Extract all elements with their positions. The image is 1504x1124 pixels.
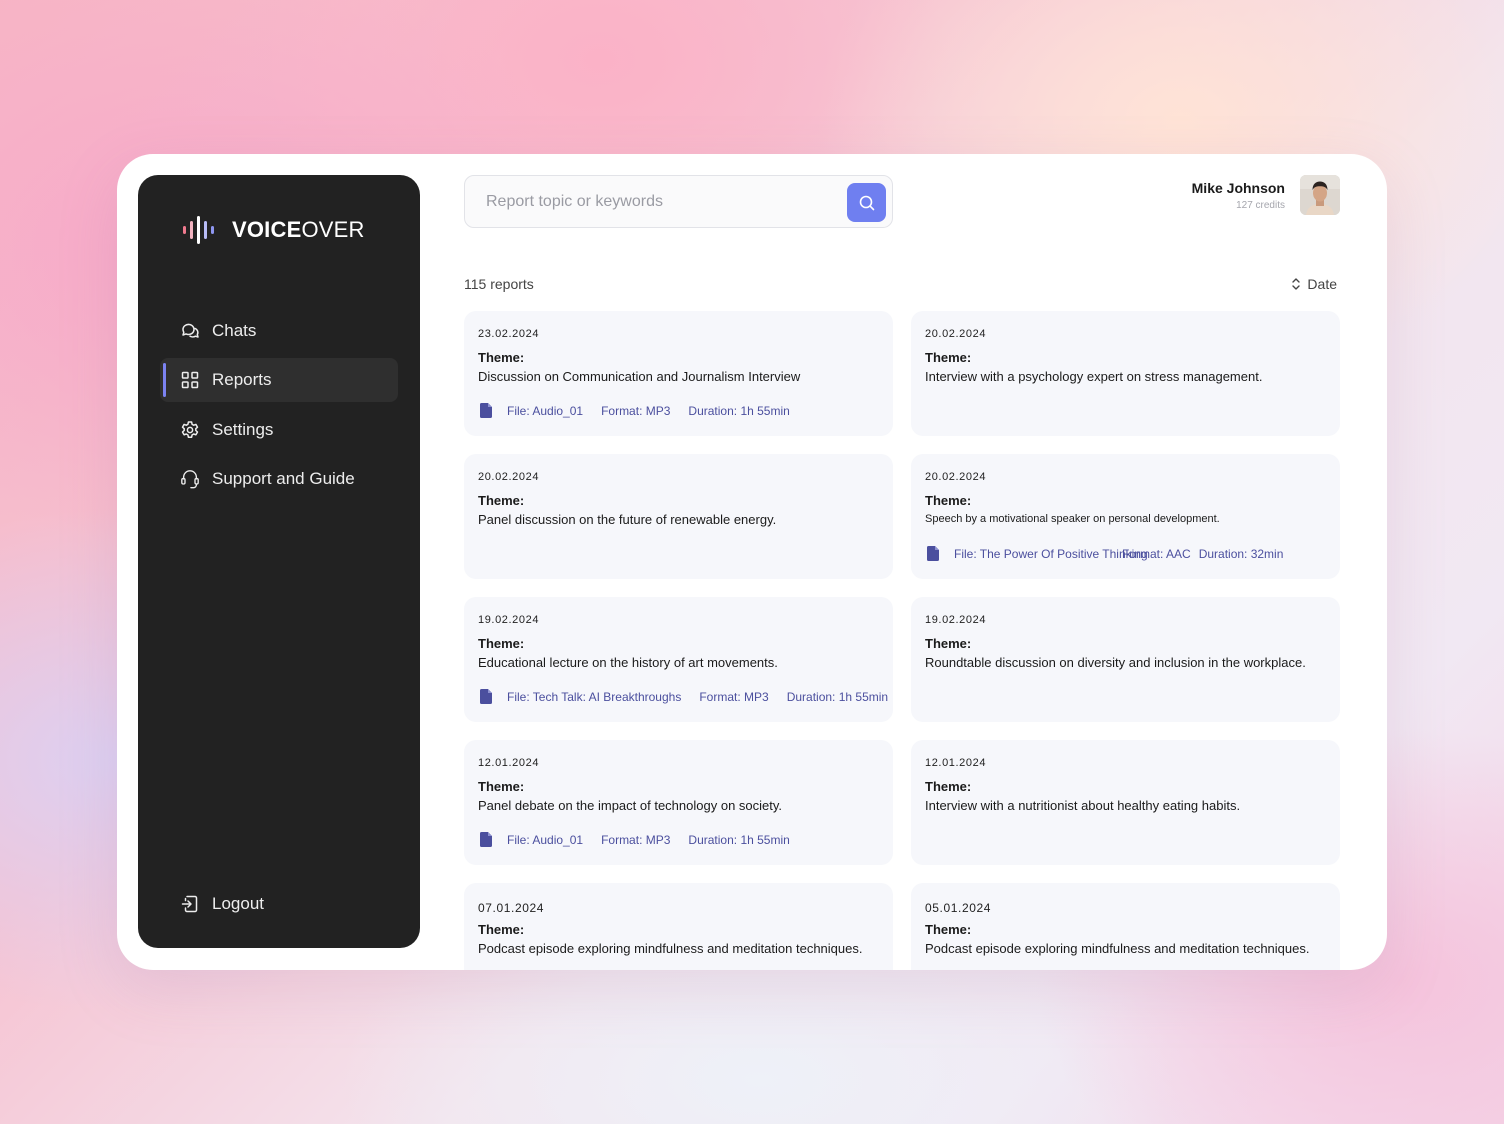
headset-icon xyxy=(180,469,200,489)
theme-label: Theme: xyxy=(478,779,525,794)
report-meta: File: The Power Of Positive Thinking For… xyxy=(927,546,1283,561)
report-card[interactable]: 12.01.2024 Theme: Interview with a nutri… xyxy=(911,740,1340,865)
sidebar-item-settings[interactable]: Settings xyxy=(160,408,398,452)
report-duration: Duration: 1h 55min xyxy=(786,689,889,704)
user-credits: 127 credits xyxy=(1236,199,1285,211)
report-file[interactable]: File: Audio_01 xyxy=(507,833,583,847)
report-count: 115 reports xyxy=(464,276,534,292)
report-card[interactable]: 20.02.2024 Theme: Interview with a psych… xyxy=(911,311,1340,436)
file-icon xyxy=(480,689,492,704)
report-card[interactable]: 20.02.2024 Theme: Speech by a motivation… xyxy=(911,454,1340,579)
report-file[interactable]: File: Tech Talk: AI Breakthroughs xyxy=(507,690,681,704)
report-theme: Podcast episode exploring mindfulness an… xyxy=(925,941,1310,956)
report-date: 12.01.2024 xyxy=(925,757,987,769)
search-bar xyxy=(464,175,893,228)
user-profile[interactable]: Mike Johnson 127 credits xyxy=(1192,175,1340,215)
chat-bubbles-icon xyxy=(180,321,200,341)
soundwave-icon xyxy=(183,216,214,244)
report-date: 05.01.2024 xyxy=(925,901,992,915)
sidebar-item-label: Chats xyxy=(212,321,257,340)
theme-label: Theme: xyxy=(478,922,525,937)
grid-icon xyxy=(180,370,200,390)
file-icon xyxy=(480,832,492,847)
logout-label: Logout xyxy=(212,894,264,913)
logout-button[interactable]: Logout xyxy=(160,882,398,926)
report-format: Format: MP3 xyxy=(699,689,769,704)
report-duration: Duration: 1h 55min xyxy=(688,832,790,847)
report-format: Format: AAC xyxy=(1122,546,1191,561)
report-card[interactable]: 23.02.2024 Theme: Discussion on Communic… xyxy=(464,311,893,436)
report-date: 20.02.2024 xyxy=(478,471,540,483)
report-theme: Panel debate on the impact of technology… xyxy=(478,798,783,813)
brand-name: VOICEOVER xyxy=(232,217,365,242)
report-card[interactable]: 19.02.2024 Theme: Educational lecture on… xyxy=(464,597,893,722)
theme-label: Theme: xyxy=(925,779,972,794)
search-button[interactable] xyxy=(847,183,886,222)
sidebar-item-label: Support and Guide xyxy=(212,469,355,488)
sidebar-item-label: Reports xyxy=(212,370,272,389)
report-theme: Discussion on Communication and Journali… xyxy=(478,369,801,384)
report-date: 07.01.2024 xyxy=(478,901,545,915)
theme-label: Theme: xyxy=(478,636,525,651)
theme-label: Theme: xyxy=(925,493,972,508)
report-theme: Interview with a psychology expert on st… xyxy=(925,369,1263,384)
report-meta: File: Tech Talk: AI Breakthroughs Format… xyxy=(480,689,888,704)
theme-label: Theme: xyxy=(478,493,525,508)
sidebar-item-label: Settings xyxy=(212,420,274,439)
report-theme: Interview with a nutritionist about heal… xyxy=(925,798,1241,813)
theme-label: Theme: xyxy=(925,636,972,651)
search-input[interactable] xyxy=(465,176,835,227)
user-info: Mike Johnson 127 credits xyxy=(1192,180,1285,211)
theme-label: Theme: xyxy=(478,350,525,365)
report-card[interactable]: 20.02.2024 Theme: Panel discussion on th… xyxy=(464,454,893,579)
report-format: Format: MP3 xyxy=(601,832,671,847)
file-icon xyxy=(927,546,939,561)
report-file[interactable]: File: Audio_01 xyxy=(507,404,583,418)
sidebar: VOICEOVER Chats Reports Settings Support… xyxy=(138,175,420,948)
report-theme: Roundtable discussion on diversity and i… xyxy=(925,655,1306,670)
report-card[interactable]: 12.01.2024 Theme: Panel debate on the im… xyxy=(464,740,893,865)
sort-label: Date xyxy=(1307,276,1337,292)
user-name: Mike Johnson xyxy=(1191,179,1285,196)
report-duration: Duration: 32min xyxy=(1198,546,1284,561)
report-card[interactable]: 19.02.2024 Theme: Roundtable discussion … xyxy=(911,597,1340,722)
report-date: 19.02.2024 xyxy=(925,614,987,626)
brand-logo[interactable]: VOICEOVER xyxy=(182,215,365,245)
sidebar-item-support[interactable]: Support and Guide xyxy=(160,457,398,501)
report-date: 20.02.2024 xyxy=(925,328,987,340)
report-duration: Duration: 1h 55min xyxy=(688,403,790,418)
report-theme: Panel discussion on the future of renewa… xyxy=(478,512,777,527)
report-date: 23.02.2024 xyxy=(478,328,540,340)
file-icon xyxy=(480,403,492,418)
app-window: VOICEOVER Chats Reports Settings Support… xyxy=(117,154,1387,970)
avatar[interactable] xyxy=(1300,175,1340,215)
sort-icon xyxy=(1292,278,1301,290)
report-meta: File: Audio_01 Format: MP3 Duration: 1h … xyxy=(480,832,790,847)
report-format: Format: MP3 xyxy=(601,403,671,418)
report-file[interactable]: File: The Power Of Positive Thinking xyxy=(954,547,1148,561)
gear-icon xyxy=(180,420,200,440)
report-date: 12.01.2024 xyxy=(478,757,540,769)
report-card[interactable]: 05.01.2024 Theme: Podcast episode explor… xyxy=(911,883,1340,970)
theme-label: Theme: xyxy=(925,922,972,937)
report-theme: Podcast episode exploring mindfulness an… xyxy=(478,941,863,956)
theme-label: Theme: xyxy=(925,350,972,365)
report-theme: Speech by a motivational speaker on pers… xyxy=(925,513,1220,525)
report-meta: File: Audio_01 Format: MP3 Duration: 1h … xyxy=(480,403,790,418)
report-card[interactable]: 07.01.2024 Theme: Podcast episode explor… xyxy=(464,883,893,970)
sidebar-item-reports[interactable]: Reports xyxy=(160,358,398,402)
report-theme: Educational lecture on the history of ar… xyxy=(478,655,778,670)
search-icon xyxy=(859,195,874,210)
logout-icon xyxy=(180,894,200,914)
sidebar-item-chats[interactable]: Chats xyxy=(160,309,398,353)
report-date: 20.02.2024 xyxy=(925,471,987,483)
report-date: 19.02.2024 xyxy=(478,614,540,626)
sort-by-date-button[interactable]: Date xyxy=(1291,276,1337,292)
